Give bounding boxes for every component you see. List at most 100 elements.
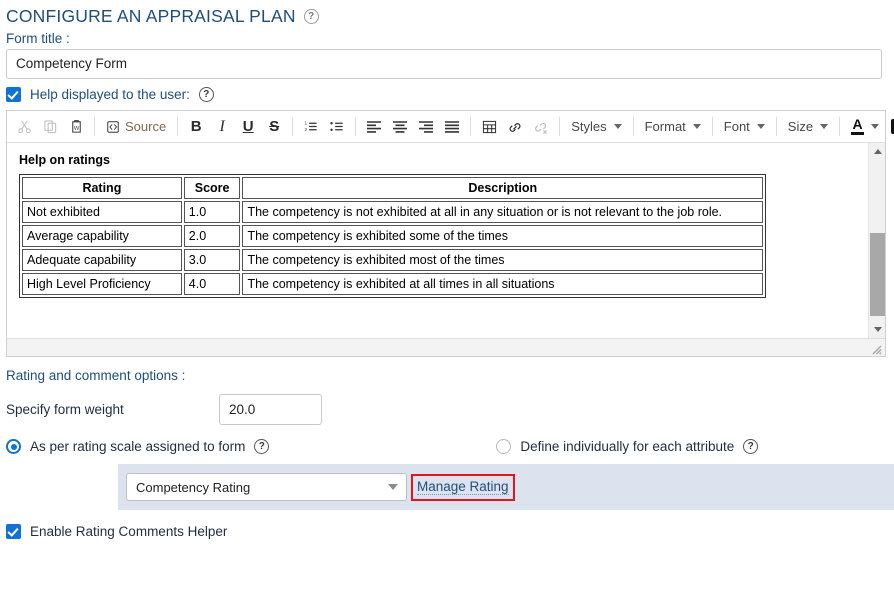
enable-comments-helper-label: Enable Rating Comments Helper (30, 524, 227, 539)
editor-heading: Help on ratings (19, 153, 856, 167)
cell-score: 4.0 (184, 273, 241, 295)
unlink-icon[interactable] (528, 114, 554, 140)
editor-body[interactable]: Help on ratings Rating Score Description… (7, 143, 885, 338)
svg-text:W: W (73, 126, 79, 132)
help-displayed-label: Help displayed to the user: (30, 87, 190, 102)
cell-rating: Not exhibited (22, 201, 182, 223)
chevron-down-icon (388, 484, 398, 490)
numbered-list-icon[interactable]: 12 (298, 114, 324, 140)
format-dropdown[interactable]: Format (639, 114, 707, 140)
table-row: High Level Proficiency 4.0 The competenc… (22, 273, 763, 295)
radio-option-define-individually[interactable]: Define individually for each attribute ? (496, 439, 758, 454)
link-icon[interactable] (502, 114, 528, 140)
source-button[interactable]: Source (100, 114, 172, 140)
cell-description: The competency is exhibited at all times… (242, 273, 763, 295)
rating-scale-selected-value: Competency Rating (136, 480, 250, 495)
bg-color-dropdown[interactable]: A (885, 114, 894, 140)
toolbar-separator (633, 117, 634, 136)
table-row: Adequate capability 3.0 The competency i… (22, 249, 763, 271)
chevron-down-icon (871, 124, 879, 129)
strikethrough-button[interactable]: S (261, 114, 287, 140)
editor-content-area[interactable]: Help on ratings Rating Score Description… (7, 143, 868, 338)
toolbar-separator (839, 117, 840, 136)
table-row: Not exhibited 1.0 The competency is not … (22, 201, 763, 223)
cell-score: 3.0 (184, 249, 241, 271)
form-title-input[interactable]: Competency Form (6, 49, 882, 79)
appraisal-plan-configuration-page: CONFIGURE AN APPRAISAL PLAN ? Form title… (0, 0, 894, 594)
align-center-icon[interactable] (387, 114, 413, 140)
form-weight-input[interactable]: 20.0 (219, 394, 322, 425)
italic-button[interactable]: I (209, 114, 235, 140)
cell-score: 1.0 (184, 201, 241, 223)
paste-from-word-icon[interactable]: W (63, 114, 89, 140)
toolbar-separator (470, 117, 471, 136)
text-color-icon: A (851, 118, 864, 135)
help-displayed-help-icon[interactable]: ? (199, 87, 214, 102)
table-header-row: Rating Score Description (22, 177, 763, 199)
size-dropdown[interactable]: Size (782, 114, 834, 140)
styles-dropdown[interactable]: Styles (565, 114, 627, 140)
toolbar-separator (177, 117, 178, 136)
scrollbar-thumb[interactable] (870, 233, 885, 316)
align-left-icon[interactable] (361, 114, 387, 140)
toolbar-separator (355, 117, 356, 136)
column-header-score: Score (184, 177, 241, 199)
font-label: Font (724, 119, 750, 134)
toolbar-separator (292, 117, 293, 136)
page-title-help-icon[interactable]: ? (304, 9, 319, 24)
bold-button[interactable]: B (183, 114, 209, 140)
rating-options-section-label: Rating and comment options : (0, 357, 894, 383)
define-individually-help-icon[interactable]: ? (743, 439, 758, 454)
cell-description: The competency is exhibited most of the … (242, 249, 763, 271)
help-displayed-checkbox[interactable] (6, 87, 21, 102)
bulleted-list-icon[interactable] (324, 114, 350, 140)
table-icon[interactable] (476, 114, 502, 140)
justify-icon[interactable] (439, 114, 465, 140)
chevron-down-icon (614, 124, 622, 129)
copy-icon[interactable] (37, 114, 63, 140)
page-title: CONFIGURE AN APPRAISAL PLAN (6, 6, 296, 27)
rich-text-editor: W Source B I U S 12 (6, 110, 886, 357)
resize-grip-icon[interactable] (870, 342, 882, 354)
rating-selection-panel: Competency Rating Manage Rating (118, 464, 894, 510)
chevron-down-icon (693, 124, 701, 129)
as-per-scale-help-icon[interactable]: ? (254, 439, 269, 454)
radio-as-per-scale[interactable] (6, 439, 21, 454)
page-header: CONFIGURE AN APPRAISAL PLAN ? (0, 0, 894, 27)
manage-rating-link[interactable]: Manage Rating (417, 479, 509, 495)
column-header-rating: Rating (22, 177, 182, 199)
styles-label: Styles (571, 119, 606, 134)
text-color-letter: A (853, 118, 863, 131)
enable-comments-helper-checkbox[interactable] (6, 524, 21, 539)
toolbar-separator (559, 117, 560, 136)
text-color-dropdown[interactable]: A (845, 114, 885, 140)
table-row: Average capability 2.0 The competency is… (22, 225, 763, 247)
editor-vertical-scrollbar[interactable] (868, 143, 885, 338)
size-label: Size (788, 119, 813, 134)
font-dropdown[interactable]: Font (718, 114, 771, 140)
cell-score: 2.0 (184, 225, 241, 247)
radio-as-per-scale-label: As per rating scale assigned to form (30, 439, 245, 454)
toolbar-separator (776, 117, 777, 136)
manage-rating-highlight: Manage Rating (411, 474, 515, 501)
source-label: Source (125, 119, 166, 134)
scroll-down-icon[interactable] (869, 321, 886, 338)
underline-button[interactable]: U (235, 114, 261, 140)
enable-comments-helper-row: Enable Rating Comments Helper (0, 510, 894, 539)
editor-toolbar: W Source B I U S 12 (7, 111, 885, 143)
radio-option-as-per-scale[interactable]: As per rating scale assigned to form ? (6, 439, 269, 454)
cell-rating: Average capability (22, 225, 182, 247)
ratings-table: Rating Score Description Not exhibited 1… (19, 174, 766, 298)
scroll-up-icon[interactable] (869, 143, 886, 160)
chevron-down-icon (820, 124, 828, 129)
rating-scale-select[interactable]: Competency Rating (126, 473, 407, 501)
form-title-label: Form title : (0, 27, 894, 49)
format-label: Format (645, 119, 686, 134)
cell-rating: High Level Proficiency (22, 273, 182, 295)
cut-icon[interactable] (11, 114, 37, 140)
align-right-icon[interactable] (413, 114, 439, 140)
help-displayed-row: Help displayed to the user: ? (0, 79, 894, 108)
toolbar-separator (712, 117, 713, 136)
svg-text:2: 2 (305, 127, 308, 132)
radio-define-individually[interactable] (496, 439, 511, 454)
